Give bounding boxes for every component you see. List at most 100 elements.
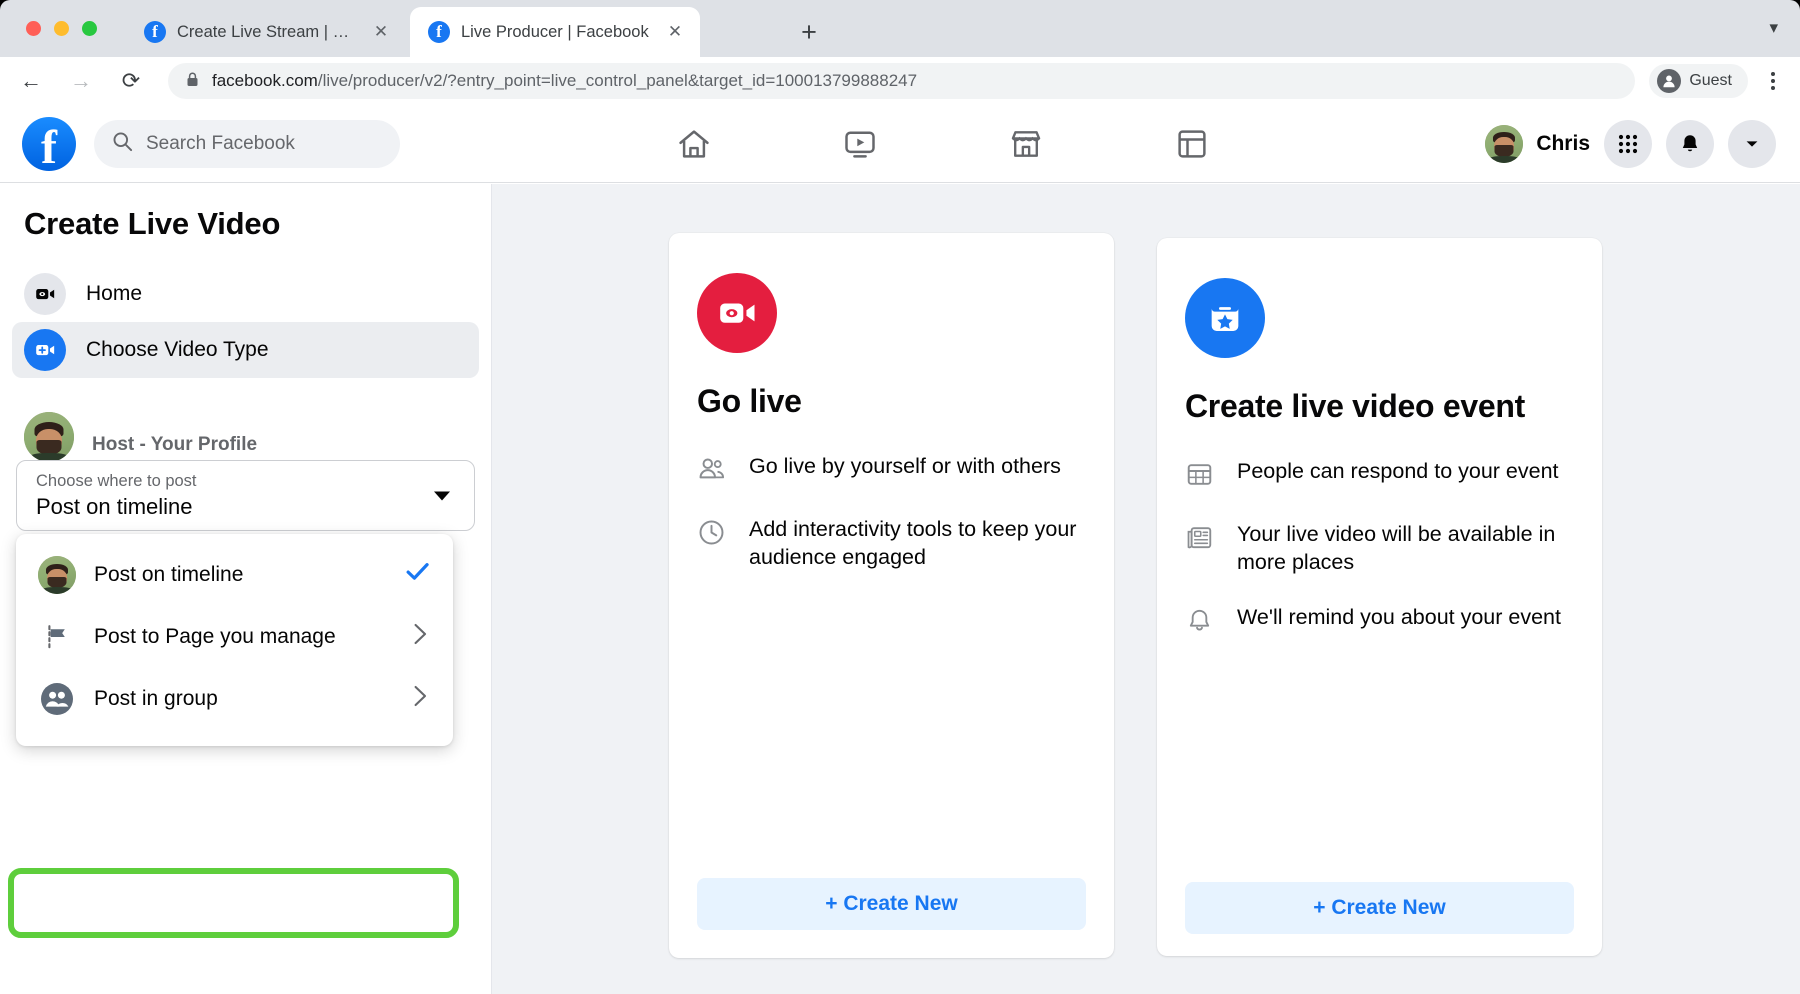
main-content: Go live Go live by yourself or with othe…: [492, 184, 1800, 994]
facebook-main-nav: [400, 116, 1485, 172]
dropdown-option-post-on-timeline-label: Post on timeline: [94, 563, 386, 587]
live-video-icon: [697, 273, 777, 353]
search-input[interactable]: Search Facebook: [94, 120, 400, 168]
chevron-right-icon: [409, 683, 431, 716]
dropdown-option-post-to-page[interactable]: Post to Page you manage: [16, 606, 453, 668]
video-type-cards: Go live Go live by yourself or with othe…: [492, 184, 1800, 958]
sidebar-item-home[interactable]: Home: [12, 266, 479, 322]
sidebar-item-home-label: Home: [86, 282, 142, 306]
close-window-button[interactable]: [26, 21, 41, 36]
card-create-live-video-event[interactable]: Create live video event Peo: [1157, 238, 1602, 956]
app-screen: f Create Live Stream | Facebook ✕ f Live…: [0, 0, 1800, 994]
avatar: [1485, 125, 1523, 163]
choose-where-to-post-dropdown: Post on timeline Post to Page you manage: [16, 534, 453, 746]
card-go-live[interactable]: Go live Go live by yourself or with othe…: [669, 233, 1114, 958]
flag-icon: [38, 618, 76, 656]
window-traffic-lights[interactable]: [26, 21, 97, 36]
bell-icon[interactable]: [1666, 120, 1714, 168]
browser-tab-2[interactable]: f Live Producer | Facebook ✕: [410, 7, 700, 57]
browser-tab-2-title: Live Producer | Facebook: [461, 23, 653, 42]
groups-icon[interactable]: [1164, 116, 1220, 172]
forward-button[interactable]: →: [62, 62, 100, 100]
browser-profile-label: Guest: [1689, 72, 1732, 90]
search-placeholder: Search Facebook: [146, 133, 295, 155]
dropdown-option-post-on-timeline[interactable]: Post on timeline: [16, 544, 453, 606]
list-item: Go live by yourself or with others: [697, 452, 1086, 489]
card-create-live-video-event-title: Create live video event: [1185, 388, 1574, 425]
watch-icon[interactable]: [832, 116, 888, 172]
minimize-window-button[interactable]: [54, 21, 69, 36]
list-item: Add interactivity tools to keep your aud…: [697, 515, 1086, 572]
account-name-button[interactable]: Chris: [1485, 125, 1590, 163]
avatar: [24, 412, 74, 462]
reload-button[interactable]: ⟳: [112, 62, 150, 100]
browser-tab-1-title: Create Live Stream | Facebook: [177, 23, 359, 42]
browser-tab-1[interactable]: f Create Live Stream | Facebook ✕: [126, 7, 406, 57]
page-title: Create Live Video: [24, 206, 491, 242]
create-new-event-button[interactable]: + Create New: [1185, 882, 1574, 934]
card-create-live-video-event-features: People can respond to your event: [1185, 457, 1574, 640]
highlight-annotation: [8, 868, 459, 938]
card-go-live-title: Go live: [697, 383, 1086, 420]
choose-where-to-post-value: Post on timeline: [36, 494, 193, 520]
sidebar-item-choose-video-type[interactable]: Choose Video Type: [12, 322, 479, 378]
host-label: Host - Your Profile: [92, 434, 257, 456]
feature-text: People can respond to your event: [1237, 457, 1559, 485]
calendar-grid-icon: [1185, 460, 1215, 494]
dropdown-option-post-in-group-label: Post in group: [94, 687, 391, 711]
feature-text: Add interactivity tools to keep your aud…: [749, 515, 1086, 572]
facebook-icon: f: [144, 21, 166, 43]
person-icon: [1657, 69, 1681, 93]
maximize-window-button[interactable]: [82, 21, 97, 36]
chevron-down-icon[interactable]: [1728, 120, 1776, 168]
video-camera-icon: [24, 273, 66, 315]
clock-icon: [697, 518, 727, 552]
avatar-icon: [38, 556, 76, 594]
close-icon[interactable]: ✕: [370, 21, 392, 43]
browser-profile-button[interactable]: Guest: [1649, 64, 1748, 98]
browser-chrome: f Create Live Stream | Facebook ✕ f Live…: [0, 0, 1800, 105]
browser-menu-button[interactable]: [1756, 64, 1790, 98]
browser-tabstrip: f Create Live Stream | Facebook ✕ f Live…: [0, 0, 1800, 57]
facebook-icon: f: [428, 21, 450, 43]
group-icon: [38, 680, 76, 718]
chevron-down-icon[interactable]: [434, 491, 450, 500]
bell-icon: [1185, 606, 1215, 640]
people-icon: [697, 455, 727, 489]
close-icon[interactable]: ✕: [664, 21, 686, 43]
new-tab-button[interactable]: +: [793, 16, 825, 48]
back-button[interactable]: ←: [12, 62, 50, 100]
chevron-right-icon: [409, 621, 431, 654]
facebook-header: f Search Facebook: [0, 105, 1800, 183]
feature-text: We'll remind you about your event: [1237, 603, 1561, 631]
card-go-live-features: Go live by yourself or with others Add i…: [697, 452, 1086, 572]
event-star-icon: [1185, 278, 1265, 358]
sidebar-item-choose-video-type-label: Choose Video Type: [86, 338, 269, 362]
news-icon: [1185, 523, 1215, 557]
feature-text: Your live video will be available in mor…: [1237, 520, 1574, 577]
dropdown-option-post-to-page-label: Post to Page you manage: [94, 625, 391, 649]
choose-where-to-post-select[interactable]: Choose where to post Post on timeline: [16, 460, 475, 531]
facebook-logo-icon[interactable]: f: [22, 117, 76, 171]
chevron-down-icon[interactable]: ▾: [1769, 18, 1778, 38]
check-icon: [404, 558, 431, 592]
list-item: We'll remind you about your event: [1185, 603, 1574, 640]
add-video-icon: [24, 329, 66, 371]
search-icon: [112, 131, 133, 157]
list-item: Your live video will be available in mor…: [1185, 520, 1574, 577]
grid-menu-icon[interactable]: [1604, 120, 1652, 168]
marketplace-icon[interactable]: [998, 116, 1054, 172]
account-name-label: Chris: [1536, 132, 1590, 156]
create-live-video-sidebar: Create Live Video Home: [0, 184, 492, 994]
list-item: People can respond to your event: [1185, 457, 1574, 494]
browser-toolbar: ← → ⟳ facebook.com /live/producer/v2/?en…: [0, 57, 1800, 105]
create-new-go-live-button[interactable]: + Create New: [697, 878, 1086, 930]
host-row: Host - Your Profile: [24, 412, 491, 462]
url-host: facebook.com: [212, 71, 318, 91]
home-icon[interactable]: [666, 116, 722, 172]
address-bar[interactable]: facebook.com /live/producer/v2/?entry_po…: [168, 63, 1635, 99]
facebook-header-actions: Chris: [1485, 120, 1776, 168]
choose-where-to-post-label: Choose where to post: [36, 472, 197, 491]
dropdown-option-post-in-group[interactable]: Post in group: [16, 668, 453, 730]
lock-icon: [186, 72, 199, 90]
